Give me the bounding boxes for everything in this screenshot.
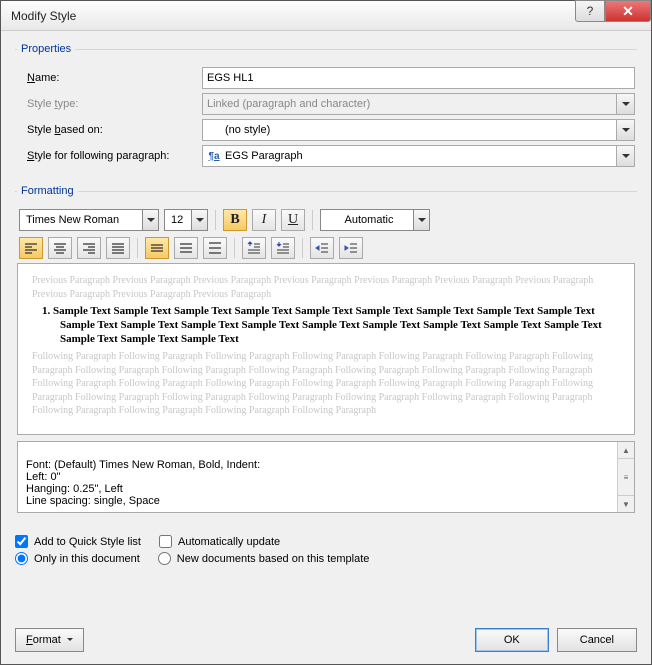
only-this-doc-radio[interactable]: Only in this document xyxy=(15,552,140,565)
align-right-button[interactable] xyxy=(77,237,101,259)
chevron-down-icon[interactable] xyxy=(191,210,207,230)
paragraph-icon: ¶a xyxy=(207,151,221,162)
following-label: Style for following paragraph: xyxy=(17,150,202,162)
indent-decrease-button[interactable] xyxy=(310,237,334,259)
spacing-15-button[interactable] xyxy=(174,237,198,259)
chevron-down-icon[interactable] xyxy=(616,146,634,166)
align-justify-button[interactable] xyxy=(106,237,130,259)
para-space-dec-button[interactable] xyxy=(271,237,295,259)
bold-button[interactable]: B xyxy=(223,209,247,231)
close-button[interactable]: ✕ xyxy=(605,0,651,22)
options-area: Add to Quick Style list Automatically up… xyxy=(15,531,637,569)
help-button[interactable]: ? xyxy=(575,0,605,22)
formatting-legend: Formatting xyxy=(17,185,78,197)
chevron-down-icon xyxy=(616,94,634,114)
scrollbar[interactable]: ▲≡▼ xyxy=(617,442,634,512)
indent-increase-button[interactable] xyxy=(339,237,363,259)
color-combo[interactable]: Automatic xyxy=(320,209,430,231)
name-input[interactable]: EGS HL1 xyxy=(202,67,635,89)
styletype-label: Style type: xyxy=(17,98,202,110)
following-dropdown[interactable]: ¶a EGS Paragraph xyxy=(202,145,635,167)
autoupdate-checkbox[interactable]: Automatically update xyxy=(159,535,280,548)
cancel-button[interactable]: Cancel xyxy=(557,628,637,652)
preview-previous: Previous Paragraph Previous Paragraph Pr… xyxy=(32,274,620,301)
align-left-button[interactable] xyxy=(19,237,43,259)
window-title: Modify Style xyxy=(11,9,76,23)
chevron-down-icon[interactable] xyxy=(413,210,429,230)
preview-pane: Previous Paragraph Previous Paragraph Pr… xyxy=(17,263,635,435)
basedon-dropdown[interactable]: (no style) xyxy=(202,119,635,141)
ok-button[interactable]: OK xyxy=(475,628,549,652)
underline-button[interactable]: U xyxy=(281,209,305,231)
preview-sample: 1. Sample Text Sample Text Sample Text S… xyxy=(32,305,620,346)
basedon-label: Style based on: xyxy=(17,124,202,136)
align-center-button[interactable] xyxy=(48,237,72,259)
modify-style-dialog: Modify Style ? ✕ Properties Name: EGS HL… xyxy=(0,0,652,665)
styletype-dropdown: Linked (paragraph and character) xyxy=(202,93,635,115)
chevron-down-icon[interactable] xyxy=(616,120,634,140)
format-button[interactable]: Format xyxy=(15,628,84,652)
spacing-double-button[interactable] xyxy=(203,237,227,259)
spacing-single-button[interactable] xyxy=(145,237,169,259)
description-box: Font: (Default) Times New Roman, Bold, I… xyxy=(17,441,635,513)
new-docs-radio[interactable]: New documents based on this template xyxy=(158,552,370,565)
preview-following: Following Paragraph Following Paragraph … xyxy=(32,350,620,418)
italic-button[interactable]: I xyxy=(252,209,276,231)
name-label: Name: xyxy=(17,72,202,84)
scroll-up-icon[interactable]: ▲ xyxy=(618,442,634,458)
formatting-group: Formatting Times New Roman 12 B I U Auto… xyxy=(15,185,637,517)
chevron-down-icon[interactable] xyxy=(142,210,158,230)
scroll-down-icon[interactable]: ▼ xyxy=(618,496,634,512)
properties-group: Properties Name: EGS HL1 Style type: Lin… xyxy=(15,43,637,175)
titlebar: Modify Style ? ✕ xyxy=(1,1,651,31)
font-combo[interactable]: Times New Roman xyxy=(19,209,159,231)
quickstyle-checkbox[interactable]: Add to Quick Style list xyxy=(15,535,141,548)
properties-legend: Properties xyxy=(17,43,75,55)
para-space-inc-button[interactable] xyxy=(242,237,266,259)
size-combo[interactable]: 12 xyxy=(164,209,208,231)
